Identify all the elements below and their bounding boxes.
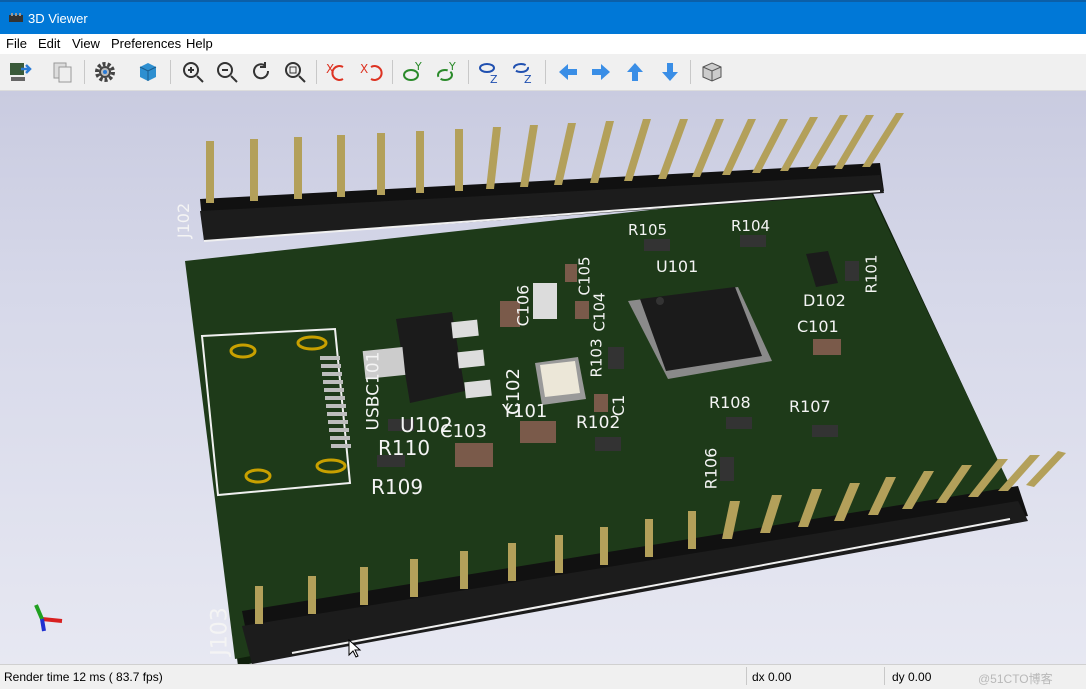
rotate-y-ccw-icon: Y: [437, 60, 456, 81]
ortho-projection-button[interactable]: [697, 57, 727, 87]
zoom-out-button[interactable]: [212, 57, 242, 87]
ref-u101: U101: [656, 257, 699, 276]
toolbar-separator: [170, 60, 171, 84]
ref-r108: R108: [709, 393, 751, 412]
dy-status: dy 0.00: [892, 670, 932, 684]
rotate-x-cw-button[interactable]: X: [322, 57, 352, 87]
menu-file[interactable]: File: [6, 36, 27, 51]
menu-view[interactable]: View: [72, 36, 100, 51]
mouse-cursor: [348, 639, 362, 658]
redraw-icon: [253, 62, 270, 80]
ref-r107: R107: [789, 397, 831, 416]
ref-j103: J103: [207, 607, 233, 656]
toolbar-separator: [545, 60, 546, 84]
raytrace-cube-icon: [139, 63, 157, 81]
move-right-icon: [592, 64, 610, 80]
zoom-fit-button[interactable]: [280, 57, 310, 87]
zoom-out-icon: [217, 62, 238, 83]
move-up-icon: [627, 63, 643, 81]
move-left-button[interactable]: [553, 57, 583, 87]
rotate-x-ccw-icon: X: [360, 62, 383, 81]
window-title: 3D Viewer: [28, 11, 88, 26]
reload-board-button[interactable]: [5, 57, 35, 87]
3d-viewport[interactable]: J102 J103 R105 R104 U101 R101 D102 C101 …: [0, 91, 1086, 664]
menu-edit[interactable]: Edit: [38, 36, 60, 51]
rotate-z-ccw-button[interactable]: Z: [508, 57, 538, 87]
toolbar-separator: [84, 60, 85, 84]
menu-bar: File Edit View Preferences Help: [0, 34, 1086, 54]
render-time-status: Render time 12 ms ( 83.7 fps): [4, 670, 163, 684]
ref-r104: R104: [731, 217, 771, 235]
ref-r101: R101: [862, 254, 881, 294]
ref-c101: C101: [797, 317, 839, 336]
ref-c104: C104: [590, 292, 609, 332]
ortho-projection-icon: [702, 62, 722, 82]
settings-button[interactable]: [90, 57, 120, 87]
watermark: @51CTO博客: [978, 672, 1053, 686]
status-bar: Render time 12 ms ( 83.7 fps) dx 0.00 dy…: [0, 664, 1086, 689]
rotate-z-cw-button[interactable]: Z: [474, 57, 504, 87]
rotate-y-ccw-button[interactable]: Y: [432, 57, 462, 87]
zoom-in-button[interactable]: [178, 57, 208, 87]
ref-r110: R110: [378, 436, 431, 460]
svg-text:X: X: [360, 62, 368, 76]
zoom-in-icon: [183, 62, 204, 83]
ref-d102: D102: [803, 291, 846, 310]
ref-r102: R102: [576, 413, 621, 433]
zoom-fit-icon: [285, 62, 306, 83]
ref-r109: R109: [371, 475, 424, 499]
toolbar: X X Y Y Z Z: [0, 54, 1086, 91]
svg-text:Y: Y: [448, 60, 456, 73]
ref-y101: Y101: [502, 401, 548, 422]
toolbar-separator: [468, 60, 469, 84]
3d-viewer-icon: [9, 13, 23, 22]
redraw-button[interactable]: [246, 57, 276, 87]
ref-r103: R103: [587, 338, 606, 378]
status-divider: [884, 667, 885, 685]
svg-text:Z: Z: [524, 73, 532, 85]
ref-usbc101: USBC101: [363, 351, 384, 431]
rotate-z-cw-icon: Z: [479, 63, 498, 85]
move-down-icon: [662, 63, 678, 81]
rotate-z-ccw-icon: Z: [513, 63, 532, 85]
rotate-y-cw-icon: Y: [403, 60, 422, 81]
dx-status: dx 0.00: [752, 670, 792, 684]
rotate-x-ccw-button[interactable]: X: [356, 57, 386, 87]
reload-board-icon: [10, 63, 32, 81]
toolbar-separator: [316, 60, 317, 84]
move-up-button[interactable]: [620, 57, 650, 87]
menu-preferences[interactable]: Preferences: [111, 36, 181, 51]
move-left-icon: [559, 64, 577, 80]
ref-c106: C106: [513, 284, 533, 327]
svg-text:Z: Z: [490, 73, 498, 85]
copy-to-clipboard-button[interactable]: [48, 57, 78, 87]
status-divider: [746, 667, 747, 685]
ref-j102: J102: [174, 202, 194, 239]
copy-to-clipboard-icon: [53, 62, 72, 83]
ref-c105: C105: [575, 256, 594, 296]
ref-u102: U102: [400, 413, 453, 437]
settings-gear-icon: [95, 62, 115, 82]
move-right-button[interactable]: [586, 57, 616, 87]
ref-r105: R105: [628, 221, 668, 239]
title-bar: 3D Viewer: [0, 0, 1086, 34]
menu-help[interactable]: Help: [186, 36, 213, 51]
rotate-x-cw-icon: X: [326, 62, 344, 81]
raytrace-button[interactable]: [133, 57, 163, 87]
ref-r106: R106: [701, 447, 721, 490]
move-down-button[interactable]: [655, 57, 685, 87]
rotate-y-cw-button[interactable]: Y: [398, 57, 428, 87]
toolbar-separator: [690, 60, 691, 84]
toolbar-separator: [392, 60, 393, 84]
